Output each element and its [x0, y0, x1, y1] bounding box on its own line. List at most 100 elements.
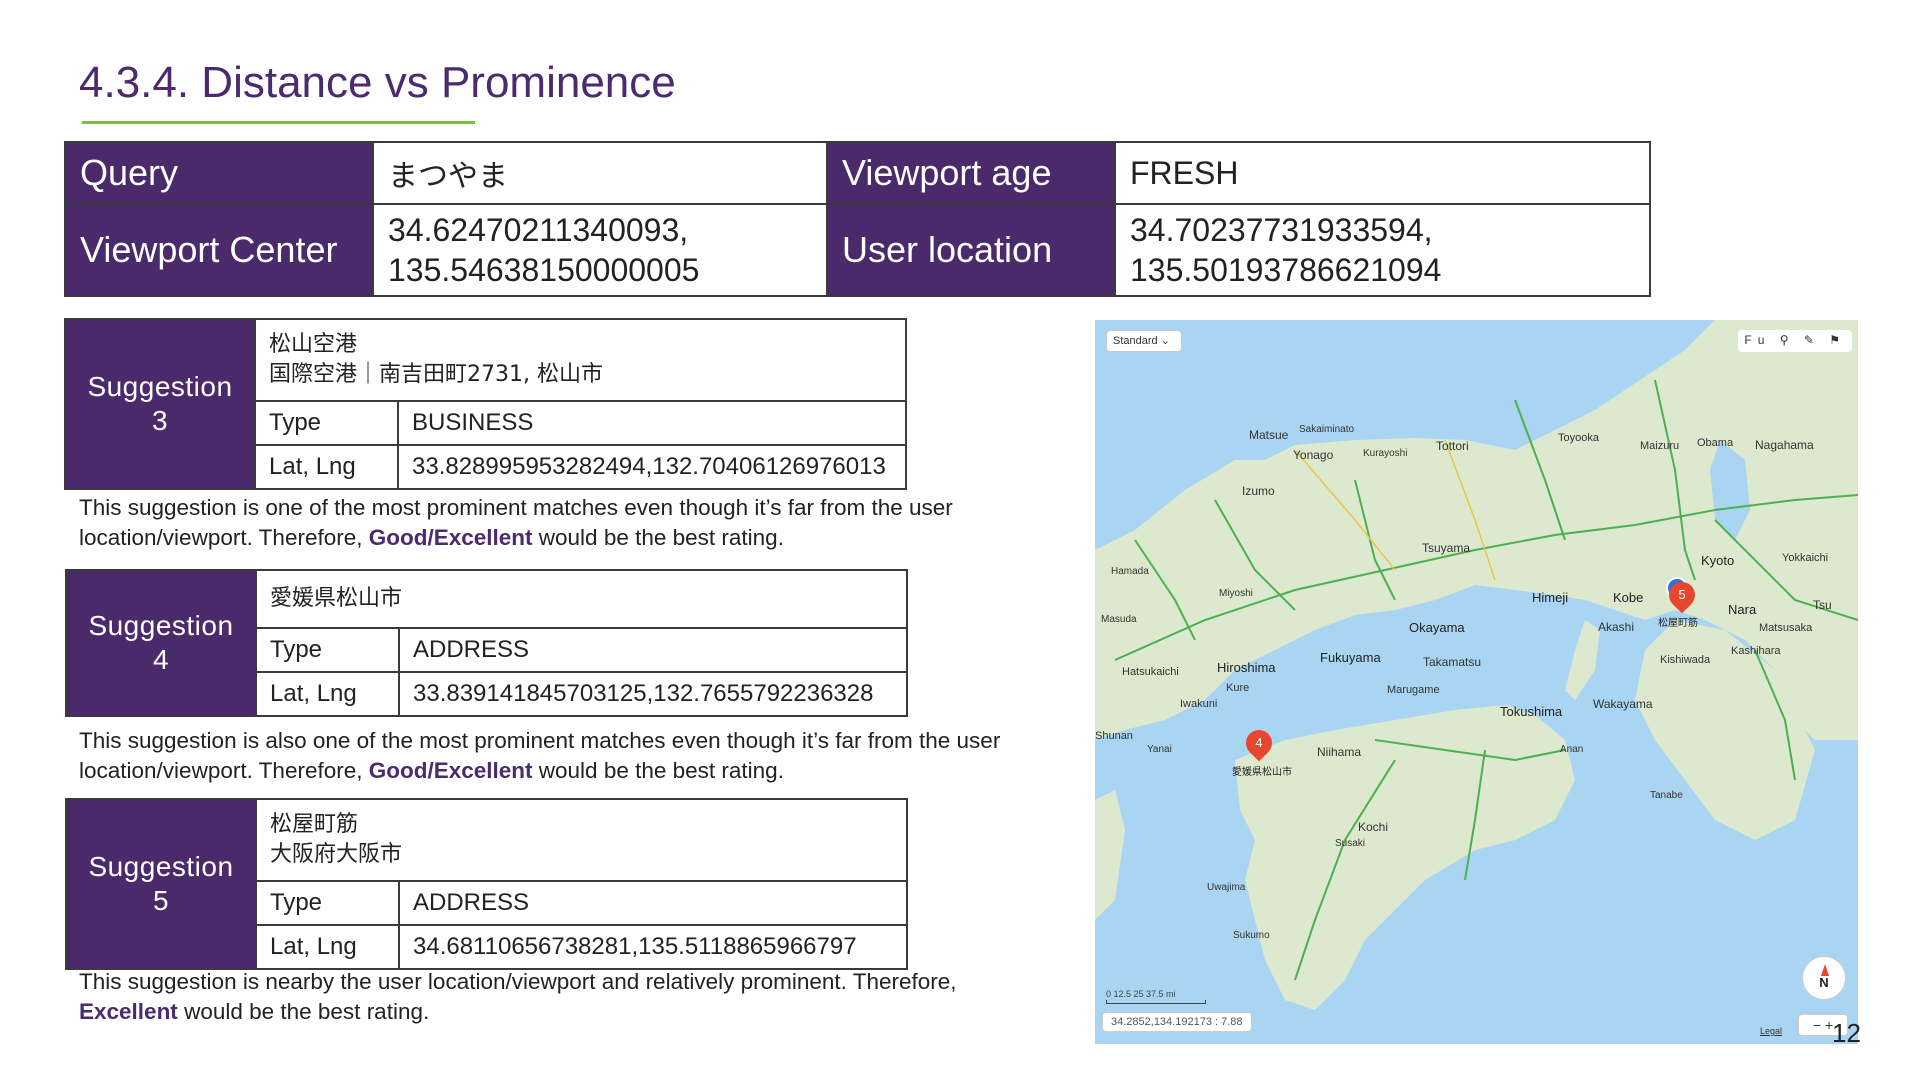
suggestion-5-header: Suggestion 5	[65, 798, 257, 970]
viewport-center-label: Viewport Center	[64, 203, 374, 297]
suggestion-3-name-line1: 松山空港	[269, 332, 358, 357]
place-nagahama: Nagahama	[1755, 438, 1814, 452]
map-scale: 0 12.5 25 37.5 mi	[1106, 989, 1206, 1004]
suggestion-5-header-number: 5	[152, 885, 170, 916]
suggestion-4-latlng-value: 33.839141845703125,132.7655792236328	[398, 671, 908, 717]
suggestion-5-note-end: would be the best rating.	[177, 998, 430, 1024]
suggestion-4-type-label: Type	[255, 627, 400, 673]
map-pin-4-number: 4	[1255, 735, 1263, 750]
suggestion-5-note-text: This suggestion is nearby the user locat…	[79, 969, 957, 994]
suggestion-4-rating: Good/Excellent	[368, 757, 533, 783]
user-location-lat: 34.70237731933594,	[1130, 212, 1433, 248]
place-kochi: Kochi	[1358, 820, 1389, 834]
place-sukumo: Sukumo	[1233, 930, 1270, 941]
place-tokushima: Tokushima	[1500, 704, 1563, 719]
suggestion-3-type-label: Type	[254, 400, 399, 446]
suggestion-5-latlng-label: Lat, Lng	[255, 924, 400, 970]
suggestion-3-latlng-label: Lat, Lng	[254, 444, 399, 490]
place-miyoshi: Miyoshi	[1219, 588, 1253, 599]
user-location-value: 34.70237731933594, 135.50193786621094	[1114, 203, 1651, 297]
place-tsu: Tsu	[1813, 598, 1832, 612]
suggestion-3-table: Suggestion 3 松山空港 国際空港｜南吉田町2731, 松山市 Typ…	[64, 318, 907, 490]
place-matsue: Matsue	[1249, 428, 1289, 442]
place-yokkaichi: Yokkaichi	[1782, 552, 1829, 564]
viewport-age-label: Viewport age	[826, 141, 1116, 205]
map-style-select[interactable]: Standard ⌄	[1106, 330, 1182, 352]
compass-icon[interactable]: N	[1802, 956, 1846, 1000]
map-coordinate-readout: 34.2852,134.192173 : 7.88	[1102, 1012, 1252, 1032]
place-fukuyama: Fukuyama	[1320, 650, 1381, 665]
place-akashi: Akashi	[1598, 620, 1635, 634]
place-kishiwada: Kishiwada	[1660, 654, 1711, 666]
suggestion-5-table: Suggestion 5 松屋町筋 大阪府大阪市 Type ADDRESS La…	[65, 798, 908, 970]
suggestion-5-note: This suggestion is nearby the user locat…	[79, 967, 1079, 1026]
suggestion-5-name-line2: 大阪府大阪市	[270, 842, 403, 867]
page-title: 4.3.4. Distance vs Prominence	[79, 58, 676, 107]
suggestion-3-type-value: BUSINESS	[397, 400, 907, 446]
place-kashihara: Kashihara	[1731, 645, 1781, 657]
map-pin-5-label: 松屋町筋	[1658, 618, 1698, 629]
map-pin-4-label: 愛媛県松山市	[1232, 767, 1292, 778]
suggestion-5-header-label: Suggestion	[88, 851, 234, 882]
place-matsusaka: Matsusaka	[1759, 622, 1813, 634]
place-nara: Nara	[1728, 602, 1757, 617]
suggestion-3-header-label: Suggestion	[87, 371, 233, 402]
place-yanai: Yanai	[1147, 744, 1172, 755]
suggestion-4-header-label: Suggestion	[88, 610, 234, 641]
suggestion-5-type-value: ADDRESS	[398, 880, 908, 926]
map-pin-5[interactable]: 5	[1663, 576, 1701, 614]
place-hiroshima: Hiroshima	[1217, 660, 1276, 675]
place-masuda: Masuda	[1101, 614, 1137, 625]
map-scale-label: 0 12.5 25 37.5 mi	[1106, 989, 1176, 999]
place-wakayama: Wakayama	[1593, 697, 1653, 711]
map-legal-link[interactable]: Legal	[1760, 1026, 1782, 1036]
suggestion-4-header-number: 4	[152, 644, 170, 675]
map-scale-bar	[1106, 1000, 1206, 1004]
suggestion-4-note-end: would be the best rating.	[532, 757, 784, 783]
map-view[interactable]: Standard ⌄ Fu ⚲ ✎ ⚑ Matsue Sakaiminato Y…	[1095, 320, 1858, 1044]
map-pin-4[interactable]: 4	[1240, 724, 1278, 762]
page-number: 12	[1832, 1018, 1861, 1048]
suggestion-3-rating: Good/Excellent	[368, 524, 533, 550]
suggestion-4-note: This suggestion is also one of the most …	[79, 726, 1079, 785]
suggestion-5-latlng-value: 34.68110656738281,135.5118865966797	[398, 924, 908, 970]
suggestion-5-rating: Excellent	[79, 998, 178, 1024]
suggestion-4-name: 愛媛県松山市	[255, 569, 908, 629]
place-niihama: Niihama	[1317, 745, 1362, 759]
suggestion-4-latlng-label: Lat, Lng	[255, 671, 400, 717]
suggestion-3-note-end: would be the best rating.	[532, 524, 784, 550]
place-uwajima: Uwajima	[1207, 882, 1246, 893]
title-underline	[82, 121, 475, 124]
suggestion-3-name: 松山空港 国際空港｜南吉田町2731, 松山市	[254, 318, 907, 402]
place-kobe: Kobe	[1613, 590, 1644, 605]
place-takamatsu: Takamatsu	[1423, 655, 1482, 669]
query-label: Query	[64, 141, 374, 205]
place-iwakuni: Iwakuni	[1180, 698, 1218, 710]
query-info-table: Query まつやま Viewport age FRESH Viewport C…	[64, 141, 1651, 297]
place-hamada: Hamada	[1111, 566, 1149, 577]
place-tanabe: Tanabe	[1650, 790, 1683, 801]
viewport-center-value: 34.62470211340093, 135.54638150000005	[372, 203, 828, 297]
suggestion-3-note: This suggestion is one of the most promi…	[79, 493, 1079, 552]
suggestion-3-header-number: 3	[151, 405, 169, 436]
place-maizuru: Maizuru	[1640, 440, 1680, 452]
place-kure: Kure	[1226, 682, 1250, 694]
suggestion-3-latlng-value: 33.828995953282494,132.70406126976013	[397, 444, 907, 490]
suggestion-3-header: Suggestion 3	[64, 318, 256, 490]
viewport-center-lng: 135.54638150000005	[388, 252, 700, 288]
map-land-shapes	[1095, 320, 1858, 1010]
map-toolbar[interactable]: Fu ⚲ ✎ ⚑	[1738, 330, 1852, 352]
suggestion-5-name-line1: 松屋町筋	[270, 812, 359, 837]
suggestion-4-table: Suggestion 4 愛媛県松山市 Type ADDRESS Lat, Ln…	[65, 569, 908, 717]
map-pin-5-number: 5	[1678, 587, 1686, 602]
place-marugame: Marugame	[1387, 684, 1440, 696]
place-izumo: Izumo	[1242, 484, 1275, 498]
place-kurayoshi: Kurayoshi	[1363, 448, 1408, 459]
place-yonago: Yonago	[1293, 448, 1334, 462]
place-tsuyama: Tsuyama	[1422, 541, 1471, 555]
place-obama: Obama	[1697, 437, 1734, 449]
place-shunan: Shunan	[1095, 730, 1133, 742]
suggestion-4-type-value: ADDRESS	[398, 627, 908, 673]
place-himeji: Himeji	[1532, 590, 1569, 605]
place-hatsukaichi: Hatsukaichi	[1122, 666, 1179, 678]
